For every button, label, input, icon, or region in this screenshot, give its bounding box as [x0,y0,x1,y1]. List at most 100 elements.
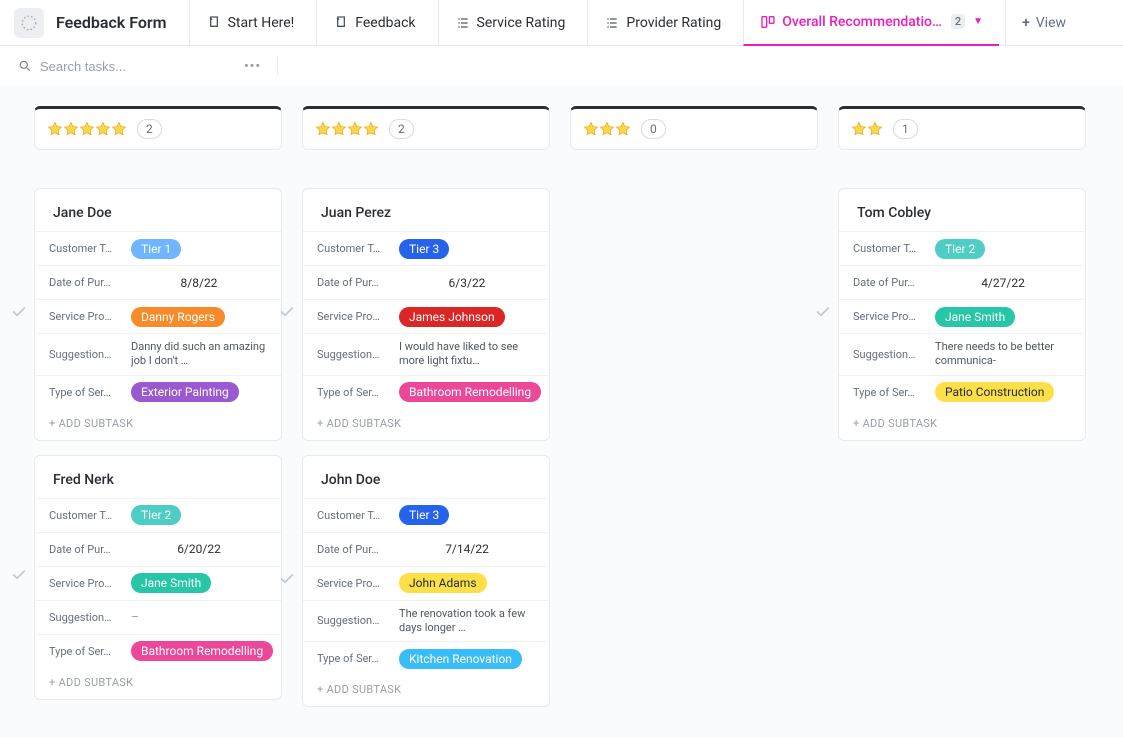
star-icon [95,121,111,137]
field-row-service-type: Type of Ser…Exterior Painting [35,375,281,409]
task-check[interactable] [11,567,27,587]
column-header[interactable]: 2 [34,106,282,150]
tier-pill: Tier 1 [131,239,181,259]
field-value[interactable]: 7/14/22 [399,542,535,556]
star-icon [583,121,599,137]
list-icon [604,15,620,31]
field-label: Customer T… [49,509,131,522]
field-row-provider: Service Pro…Jane Smith [839,299,1085,333]
star-icon [331,121,347,137]
field-label: Type of Ser… [317,386,399,399]
field-value[interactable]: Patio Construction [935,382,1071,402]
search-input[interactable] [40,59,190,74]
column-header[interactable]: 1 [838,106,1086,150]
task-card[interactable]: Tom CobleyCustomer T…Tier 2Date of Pur…4… [838,188,1086,441]
provider-pill: James Johnson [399,307,505,327]
tab-label: Overall Recommendatio… [782,14,942,30]
field-value[interactable]: Exterior Painting [131,382,267,402]
add-view-button[interactable]: + View [1005,0,1082,46]
field-row-suggestions: Suggestion…Danny did such an amazing job… [35,333,281,375]
field-row-provider: Service Pro…Danny Rogers [35,299,281,333]
suggestion-text: Danny did such an amazing job I don't … [131,340,267,369]
star-icon [63,121,79,137]
field-value[interactable]: 8/8/22 [131,276,267,290]
field-value[interactable]: Danny Rogers [131,307,267,327]
field-value[interactable]: 6/20/22 [131,542,267,556]
field-row-date: Date of Pur…7/14/22 [303,532,549,566]
field-value[interactable]: Jane Smith [935,307,1071,327]
field-value[interactable]: Danny did such an amazing job I don't … [131,340,267,369]
field-value[interactable]: Tier 3 [399,239,535,259]
field-value[interactable]: Kitchen Renovation [399,649,535,669]
field-row-suggestions: Suggestion…The renovation took a few day… [303,600,549,642]
star-icon [599,121,615,137]
task-card[interactable]: Fred Nerk Customer T…Tier 2 Date of Pur…6/… [34,455,282,700]
tab-label: Feedback [355,15,415,31]
field-value[interactable]: The renovation took a few days longer … [399,607,535,636]
tab-feedback[interactable]: Feedback [316,0,431,46]
field-value[interactable]: 6/3/22 [399,276,535,290]
field-label: Customer T… [49,242,131,255]
task-check[interactable] [815,304,831,324]
column-header[interactable]: 2 [302,106,550,150]
task-check[interactable] [279,571,295,591]
tab-count-badge: 2 [951,14,965,29]
add-subtask-button[interactable]: + ADD SUBTASK [35,409,281,434]
field-value[interactable]: John Adams [399,573,535,593]
tab-overall-recommendation[interactable]: Overall Recommendatio… 2 ▼ [743,0,999,46]
board-column: 2 Juan PerezCustomer T…Tier 3Date of Pur…… [302,106,550,707]
field-value[interactable]: Bathroom Remodelling [399,382,541,402]
search-icon [18,59,32,73]
field-value[interactable]: There needs to be better communica- [935,340,1071,369]
list-icon [455,15,471,31]
tab-service-rating[interactable]: Service Rating [438,0,582,46]
card-stack: Tom CobleyCustomer T…Tier 2Date of Pur…4… [838,188,1086,441]
task-check[interactable] [279,304,295,324]
suggestion-text: There needs to be better communica- [935,340,1071,369]
field-value[interactable]: Tier 2 [935,239,1071,259]
field-label: Date of Pur… [49,276,131,289]
field-value[interactable]: – [131,610,267,624]
field-value[interactable]: Jane Smith [131,573,267,593]
field-label: Date of Pur… [853,276,935,289]
field-value[interactable]: Tier 1 [131,239,267,259]
field-value[interactable]: Bathroom Remodelling [131,641,273,661]
task-card[interactable]: Juan PerezCustomer T…Tier 3Date of Pur…6… [302,188,550,441]
field-value[interactable]: 4/27/22 [935,276,1071,290]
task-card[interactable]: Jane Doe Customer T…Tier 1 Date of Pur…8/8… [34,188,282,441]
loading-circle-icon [20,14,38,32]
add-subtask-button[interactable]: + ADD SUBTASK [839,409,1085,434]
add-subtask-button[interactable]: + ADD SUBTASK [35,668,281,693]
tier-pill: Tier 2 [935,239,985,259]
field-label: Service Pro… [853,310,935,323]
separator [277,57,278,75]
tab-start-here[interactable]: Start Here! [189,0,311,46]
field-value[interactable]: Tier 2 [131,505,267,525]
field-value[interactable]: Tier 3 [399,505,535,525]
field-row-date: Date of Pur…6/20/22 [35,532,281,566]
field-row-suggestions: Suggestion…There needs to be better comm… [839,333,1085,375]
provider-pill: Jane Smith [935,307,1015,327]
column-header[interactable]: 0 [570,106,818,150]
tab-label: Service Rating [477,15,566,31]
tab-provider-rating[interactable]: Provider Rating [587,0,737,46]
field-value[interactable]: I would have liked to see more light fix… [399,340,535,369]
task-title: Jane Doe [35,189,281,231]
add-subtask-button[interactable]: + ADD SUBTASK [303,409,549,434]
field-row-tier: Customer T…Tier 3 [303,498,549,532]
more-options-icon[interactable]: ••• [244,59,261,74]
field-value[interactable]: James Johnson [399,307,535,327]
task-title: Fred Nerk [35,456,281,498]
check-icon [279,304,295,320]
add-subtask-button[interactable]: + ADD SUBTASK [303,675,549,700]
provider-pill: John Adams [399,573,487,593]
card-stack: Jane DoeCustomer T…Tier 1Date of Pur…8/8… [34,188,282,700]
tab-label: Provider Rating [626,15,721,31]
task-check[interactable] [11,304,27,324]
check-icon [815,304,831,320]
field-row-service-type: Type of Ser…Bathroom Remodelling [35,634,281,668]
task-card[interactable]: John DoeCustomer T…Tier 3Date of Pur…7/1… [302,455,550,708]
suggestion-text: The renovation took a few days longer … [399,607,535,636]
star-icon [615,121,631,137]
star-icon [867,121,883,137]
